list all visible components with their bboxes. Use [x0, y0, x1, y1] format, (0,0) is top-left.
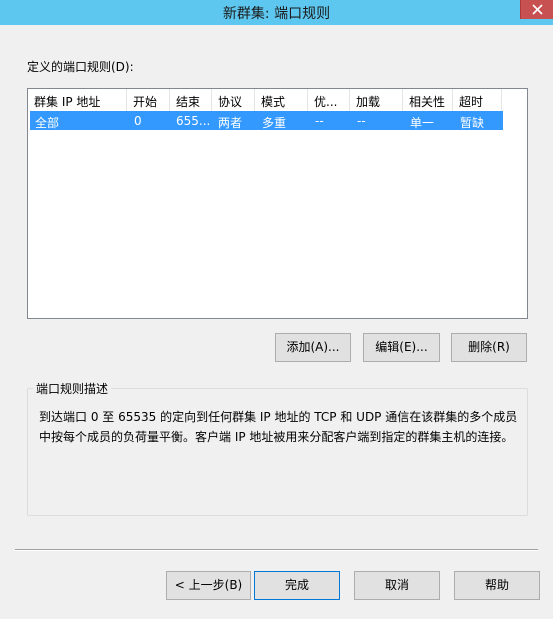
- table-row[interactable]: 全部 0 655... 两者 多重 -- -- 单一 暂缺: [30, 111, 503, 130]
- cell-affinity: 单一: [410, 116, 435, 130]
- rule-description-line-1: 到达端口 0 至 65535 的定向到任何群集 IP 地址的 TCP 和 UDP…: [39, 410, 518, 424]
- cell-end: 655...: [176, 114, 210, 128]
- title-bar[interactable]: 新群集: 端口规则: [0, 0, 553, 25]
- close-button[interactable]: [520, 0, 553, 19]
- cell-protocol: 两者: [218, 116, 243, 130]
- edit-rule-button[interactable]: 编辑(E)...: [363, 333, 440, 362]
- footer-separator: [15, 549, 538, 551]
- cell-load: --: [357, 114, 366, 128]
- cell-start: 0: [134, 114, 142, 128]
- finish-button[interactable]: 完成: [254, 571, 340, 600]
- cell-mode: 多重: [262, 116, 287, 130]
- list-header: 群集 IP 地址 开始 结束 协议 模式 优... 加载 相关性 超时: [28, 89, 527, 111]
- port-rules-list[interactable]: 群集 IP 地址 开始 结束 协议 模式 优... 加载 相关性 超时 全部 0…: [27, 88, 528, 319]
- column-header-priority[interactable]: 优...: [308, 89, 350, 111]
- back-button[interactable]: < 上一步(B): [166, 571, 251, 600]
- window-title: 新群集: 端口规则: [222, 6, 331, 22]
- column-header-load[interactable]: 加载: [350, 89, 403, 111]
- add-rule-button[interactable]: 添加(A)...: [275, 333, 351, 362]
- column-header-affinity[interactable]: 相关性: [403, 89, 453, 111]
- cell-timeout: 暂缺: [460, 116, 485, 130]
- column-header-end[interactable]: 结束: [170, 89, 212, 111]
- close-icon: [532, 4, 543, 15]
- delete-rule-button[interactable]: 删除(R): [451, 333, 527, 362]
- column-header-timeout[interactable]: 超时: [453, 89, 502, 111]
- column-header-cluster-ip[interactable]: 群集 IP 地址: [28, 89, 127, 111]
- help-button[interactable]: 帮助: [454, 571, 540, 600]
- column-header-start[interactable]: 开始: [127, 89, 170, 111]
- rule-description-legend: 端口规则描述: [33, 380, 112, 397]
- cell-cluster-ip: 全部: [35, 116, 60, 130]
- cell-priority: --: [315, 114, 324, 128]
- rule-description-line-2: 中按每个成员的负荷量平衡。客户端 IP 地址被用来分配客户端到指定的群集主机的连…: [39, 430, 514, 444]
- column-header-protocol[interactable]: 协议: [212, 89, 255, 111]
- cancel-button[interactable]: 取消: [354, 571, 440, 600]
- column-header-mode[interactable]: 模式: [255, 89, 308, 111]
- rule-description-text: 到达端口 0 至 65535 的定向到任何群集 IP 地址的 TCP 和 UDP…: [39, 407, 519, 447]
- port-rules-label: 定义的端口规则(D):: [27, 60, 134, 74]
